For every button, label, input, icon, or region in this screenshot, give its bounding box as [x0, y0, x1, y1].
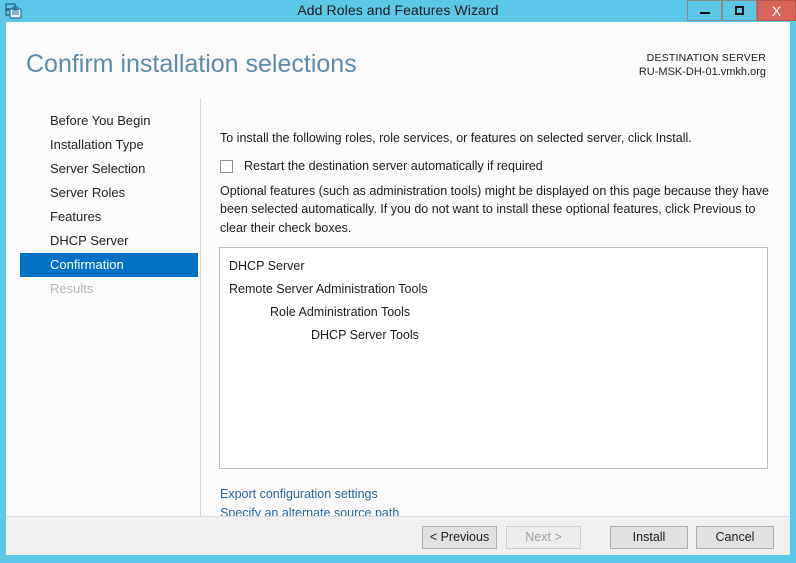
optional-features-text: Optional features (such as administratio…	[220, 184, 769, 235]
minimize-icon	[688, 1, 721, 20]
sidebar-item-results: Results	[50, 281, 94, 296]
wizard-footer: < Previous Next > Install Cancel	[6, 516, 790, 555]
maximize-button[interactable]	[722, 0, 757, 21]
export-configuration-settings-link[interactable]: Export configuration settings	[220, 485, 399, 504]
title-bar: Add Roles and Features Wizard X	[0, 0, 796, 22]
destination-server-name: RU-MSK-DH-01.vmkh.org	[638, 66, 766, 79]
intro-text: To install the following roles, role ser…	[220, 131, 692, 145]
destination-server-block: DESTINATION SERVER RU-MSK-DH-01.vmkh.org	[639, 51, 766, 81]
restart-checkbox-row[interactable]: Restart the destination server automatic…	[220, 159, 543, 173]
sidebar-item-server-roles[interactable]: Server Roles	[20, 181, 198, 205]
restart-checkbox-label: Restart the destination server automatic…	[244, 159, 543, 173]
maximize-icon	[723, 1, 756, 20]
install-button[interactable]: Install	[610, 526, 688, 549]
cancel-button[interactable]: Cancel	[696, 526, 774, 549]
sidebar-item-installation-type[interactable]: Installation Type	[20, 133, 198, 157]
next-button: Next >	[506, 526, 581, 549]
selections-listbox[interactable]: DHCP Server Remote Server Administration…	[219, 247, 768, 469]
close-button[interactable]: X	[757, 0, 796, 21]
wizard-client-area: Confirm installation selections DESTINAT…	[6, 22, 790, 555]
sidebar-item-before-you-begin[interactable]: Before You Begin	[20, 109, 198, 133]
wizard-step-nav: Before You Begin Installation Type Serve…	[6, 98, 201, 516]
wizard-content: To install the following roles, role ser…	[201, 98, 790, 520]
wizard-window: Add Roles and Features Wizard X Confirm …	[0, 0, 796, 563]
destination-server-label: DESTINATION SERVER	[646, 52, 766, 64]
sidebar-item-server-selection[interactable]: Server Selection	[20, 157, 198, 181]
page-title: Confirm installation selections	[26, 50, 357, 78]
sidebar-item-confirmation[interactable]: Confirmation	[20, 253, 198, 277]
list-item: DHCP Server	[229, 259, 305, 273]
list-item: Role Administration Tools	[270, 305, 411, 319]
minimize-button[interactable]	[687, 0, 722, 21]
wizard-header: Confirm installation selections DESTINAT…	[6, 22, 790, 98]
sidebar-item-dhcp-server[interactable]: DHCP Server	[20, 229, 198, 253]
previous-button[interactable]: < Previous	[422, 526, 497, 549]
restart-checkbox[interactable]	[220, 159, 233, 173]
close-icon: X	[771, 2, 782, 19]
window-title: Add Roles and Features Wizard	[297, 2, 499, 18]
list-item: Remote Server Administration Tools	[229, 282, 428, 296]
list-item: DHCP Server Tools	[311, 328, 419, 342]
sidebar-item-features[interactable]: Features	[20, 205, 198, 229]
